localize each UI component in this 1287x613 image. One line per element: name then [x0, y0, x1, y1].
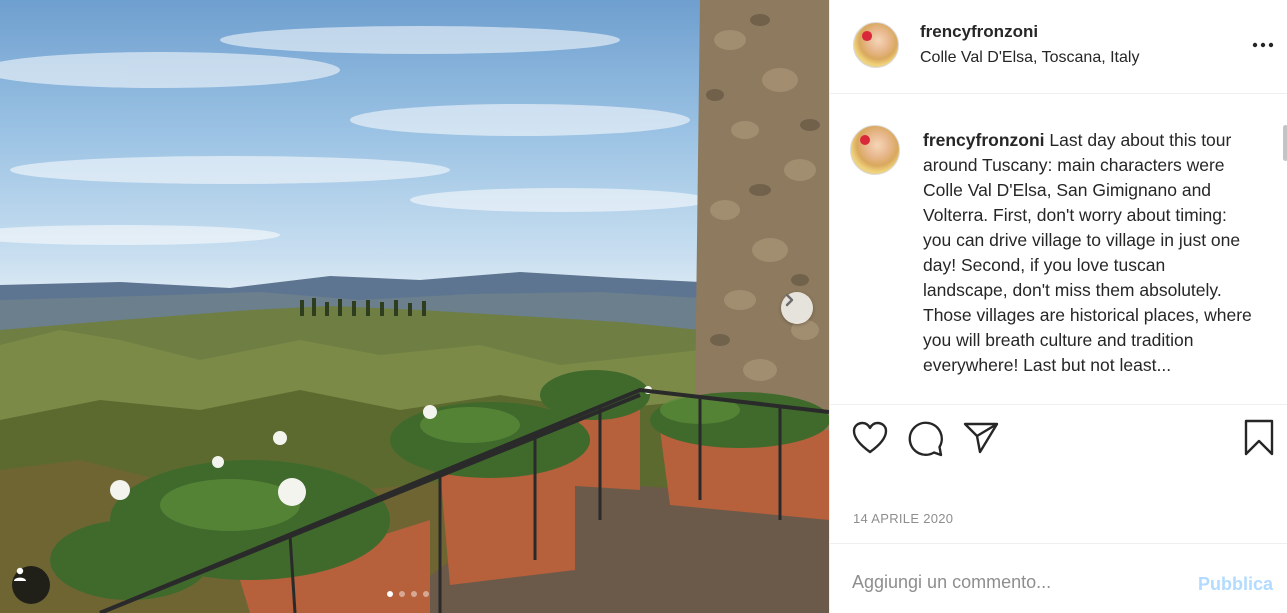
carousel-dot: [411, 591, 417, 597]
caption-username[interactable]: frencyfronzoni: [923, 130, 1045, 150]
caption-scrollbar[interactable]: [1283, 125, 1287, 161]
tagged-users-button[interactable]: [12, 566, 50, 604]
carousel-dot: [399, 591, 405, 597]
caption-text: Last day about this tour around Tuscany:…: [923, 130, 1252, 375]
post-location[interactable]: Colle Val D'Elsa, Toscana, Italy: [920, 49, 1139, 67]
post-date[interactable]: 14 APRILE 2020: [853, 511, 953, 526]
save-button[interactable]: [1243, 419, 1275, 462]
post-details-panel: frencyfronzoni Colle Val D'Elsa, Toscana…: [829, 0, 1287, 613]
author-avatar[interactable]: [853, 22, 899, 68]
add-comment-bar: Pubblica: [830, 543, 1287, 613]
author-username[interactable]: frencyfronzoni: [920, 22, 1038, 42]
caption-author-avatar[interactable]: [850, 125, 900, 175]
person-icon: [14, 567, 26, 581]
chevron-right-icon: [785, 293, 794, 307]
paper-plane-icon: [963, 422, 999, 454]
more-options-button[interactable]: [1252, 35, 1274, 60]
carousel-dot-active: [387, 591, 393, 597]
comment-button[interactable]: [907, 421, 943, 462]
publish-button[interactable]: Pubblica: [1198, 574, 1273, 595]
carousel-indicator: [387, 591, 429, 597]
post-photo[interactable]: [0, 0, 829, 613]
caption-section: frencyfronzoni Last day about this tour …: [830, 95, 1287, 404]
comment-bubble-icon: [908, 421, 943, 457]
next-slide-button[interactable]: [781, 292, 813, 324]
more-horizontal-icon: [1252, 42, 1274, 48]
like-button[interactable]: [852, 421, 888, 460]
post-header: frencyfronzoni Colle Val D'Elsa, Toscana…: [830, 0, 1287, 94]
heart-icon: [852, 421, 888, 454]
bookmark-icon: [1244, 419, 1274, 456]
action-bar: [830, 404, 1287, 474]
carousel-dot: [423, 591, 429, 597]
share-button[interactable]: [963, 421, 999, 460]
landscape-illustration: [0, 0, 829, 613]
comment-input[interactable]: [852, 572, 1172, 593]
caption: frencyfronzoni Last day about this tour …: [923, 128, 1253, 378]
